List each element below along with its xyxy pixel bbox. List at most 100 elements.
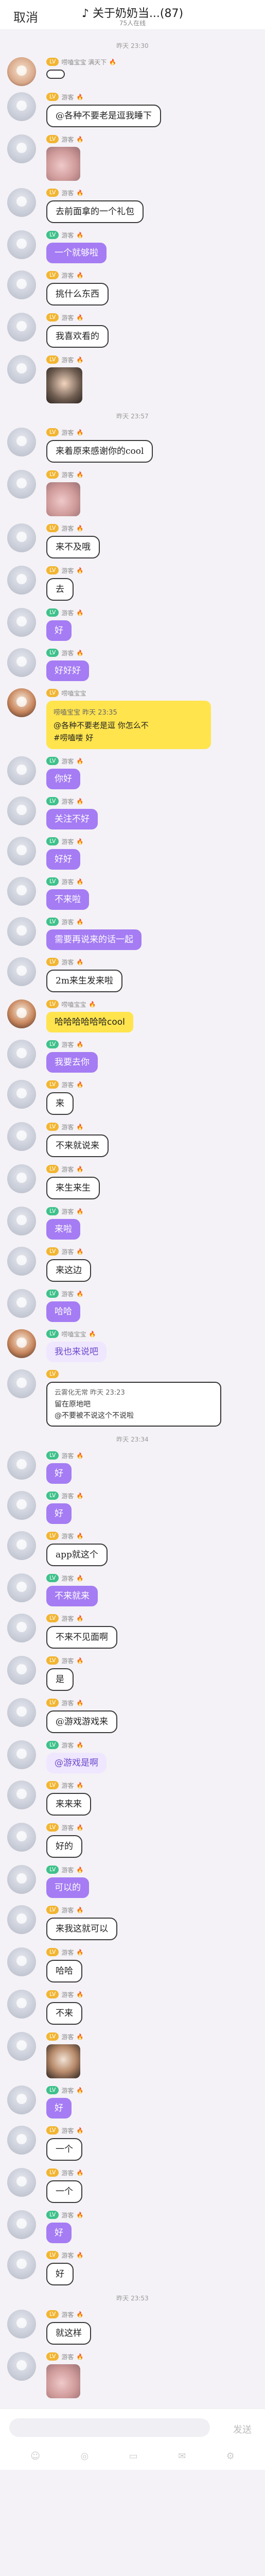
nickname[interactable]: 游客 [61, 189, 74, 197]
avatar[interactable] [7, 1369, 36, 1398]
nickname[interactable]: 游客 [61, 757, 74, 766]
nickname[interactable]: 游客 [61, 2086, 74, 2095]
message-bubble[interactable]: 好 [46, 2223, 72, 2243]
nickname[interactable]: 游客 [61, 2032, 74, 2041]
message-image[interactable] [46, 367, 82, 403]
nickname[interactable]: 游客 [61, 649, 74, 657]
avatar[interactable] [7, 796, 36, 825]
nickname[interactable]: 游客 [61, 524, 74, 533]
avatar[interactable] [7, 1080, 36, 1109]
nickname[interactable]: 游客 [61, 231, 74, 240]
message-bubble[interactable]: 来我这就可以 [46, 1918, 117, 1940]
avatar[interactable] [7, 2210, 36, 2239]
message-bubble[interactable]: 你好 [46, 769, 80, 789]
nickname[interactable]: 游客 [61, 566, 74, 575]
message-image[interactable] [46, 147, 80, 181]
nickname[interactable]: 游客 [61, 1948, 74, 1957]
nickname[interactable]: 游客 [61, 958, 74, 967]
nickname[interactable]: 游客 [61, 2352, 74, 2361]
message-bubble[interactable]: 好 [46, 2263, 74, 2285]
nickname[interactable]: 游客 [61, 608, 74, 617]
avatar[interactable] [7, 877, 36, 906]
avatar[interactable] [7, 2126, 36, 2155]
avatar[interactable] [7, 1740, 36, 1769]
message-bubble[interactable]: 好的 [46, 1835, 82, 1858]
avatar[interactable] [7, 1164, 36, 1193]
avatar[interactable] [7, 1947, 36, 1976]
message-bubble[interactable]: 不来啦 [46, 889, 89, 910]
nickname[interactable]: 游客 [61, 1990, 74, 1999]
nickname[interactable]: 游客 [61, 837, 74, 846]
nickname[interactable]: 游客 [61, 1699, 74, 1707]
message-image[interactable] [46, 482, 80, 516]
avatar[interactable] [7, 2086, 36, 2114]
message-bubble[interactable]: 不来不见面啊 [46, 1626, 117, 1649]
message-list[interactable]: 昨天 23:30 LV 唠嗑宝宝 满天下 🔥 LV 游客 🔥 @各种不要老是逗我睡下 LV 游客 🔥… [0, 30, 265, 2409]
message-bubble[interactable]: 来来来 [46, 1793, 91, 1816]
nickname[interactable]: 游客 [61, 877, 74, 886]
avatar[interactable] [7, 837, 36, 866]
nickname[interactable]: 游客 [61, 2126, 74, 2135]
message-bubble[interactable]: 哈哈 [46, 1960, 82, 1982]
message-bubble[interactable]: 来啦 [46, 1219, 80, 1240]
toolbar-icon[interactable]: ▭ [129, 2451, 138, 2462]
avatar[interactable] [7, 92, 36, 121]
message-bubble[interactable]: 一个 [46, 2138, 82, 2161]
nickname[interactable]: 唠嗑宝宝 [61, 689, 86, 698]
message-bubble[interactable]: 来生来生 [46, 1177, 100, 1199]
message-bubble[interactable]: 来着原来感谢你的cool [46, 440, 153, 463]
avatar[interactable] [7, 2310, 36, 2338]
avatar[interactable] [7, 1247, 36, 1276]
nickname[interactable]: 游客 [61, 1451, 74, 1460]
avatar[interactable] [7, 2168, 36, 2197]
message-bubble[interactable]: 来 [46, 1092, 74, 1115]
message-bubble[interactable]: 来这边 [46, 1259, 91, 1282]
avatar[interactable] [7, 270, 36, 299]
nickname[interactable]: 游客 [61, 135, 74, 144]
message-bubble[interactable]: 一个就够啦 [46, 243, 107, 263]
toolbar-icon[interactable]: ◎ [80, 2451, 89, 2462]
message-bubble[interactable]: 去前面拿的一个礼包 [46, 200, 144, 223]
nickname[interactable]: 游客 [61, 1165, 74, 1174]
avatar[interactable] [7, 134, 36, 163]
avatar[interactable] [7, 1289, 36, 1318]
nickname[interactable]: 游客 [61, 1040, 74, 1049]
message-bubble[interactable]: 挑什么东西 [46, 283, 109, 306]
avatar[interactable] [7, 1865, 36, 1894]
avatar[interactable] [7, 2032, 36, 2061]
quoted-message[interactable]: 云雾化无常 昨天 23:23 留在原地吧 @不要被不说这个不说啦 [46, 1382, 221, 1427]
message-bubble[interactable]: app就这个 [46, 1544, 108, 1566]
nickname[interactable]: 游客 [61, 1656, 74, 1665]
message-bubble[interactable]: 我也来说吧 [46, 1342, 107, 1362]
message-bubble[interactable]: 是 [46, 1668, 74, 1691]
avatar[interactable] [7, 1656, 36, 1685]
avatar[interactable] [7, 57, 36, 86]
avatar[interactable] [7, 2352, 36, 2381]
send-button[interactable]: 发送 [233, 2422, 252, 2436]
message-bubble[interactable]: 好 [46, 1503, 72, 1524]
nickname[interactable]: 游客 [61, 2251, 74, 2260]
nickname[interactable]: 游客 [61, 797, 74, 806]
avatar[interactable] [7, 756, 36, 785]
message-bubble[interactable]: 好 [46, 1463, 72, 1484]
nickname[interactable]: 游客 [61, 1492, 74, 1500]
message-bubble[interactable]: 不来就来 [46, 1586, 98, 1606]
avatar[interactable] [7, 470, 36, 499]
message-bubble[interactable]: 关注不好 [46, 809, 98, 829]
toolbar-icon[interactable]: ☺ [30, 2451, 40, 2462]
message-bubble[interactable]: 我要去你 [46, 1052, 98, 1073]
message-bubble[interactable]: 一个 [46, 2180, 82, 2203]
nickname[interactable]: 游客 [61, 1123, 74, 1131]
avatar[interactable] [7, 1905, 36, 1934]
nickname[interactable]: 游客 [61, 355, 74, 364]
avatar[interactable] [7, 1531, 36, 1560]
nickname[interactable]: 唠嗑宝宝 满天下 [61, 58, 107, 66]
avatar[interactable] [7, 1614, 36, 1642]
nickname[interactable]: 游客 [61, 1532, 74, 1540]
message-bubble[interactable]: 我喜欢看的 [46, 325, 109, 348]
avatar[interactable] [7, 688, 36, 717]
avatar[interactable] [7, 1990, 36, 2019]
message-bubble[interactable]: 哈哈 [46, 1301, 80, 1322]
message-bubble[interactable]: 需要再说来的话一起 [46, 929, 142, 950]
avatar[interactable] [7, 608, 36, 637]
